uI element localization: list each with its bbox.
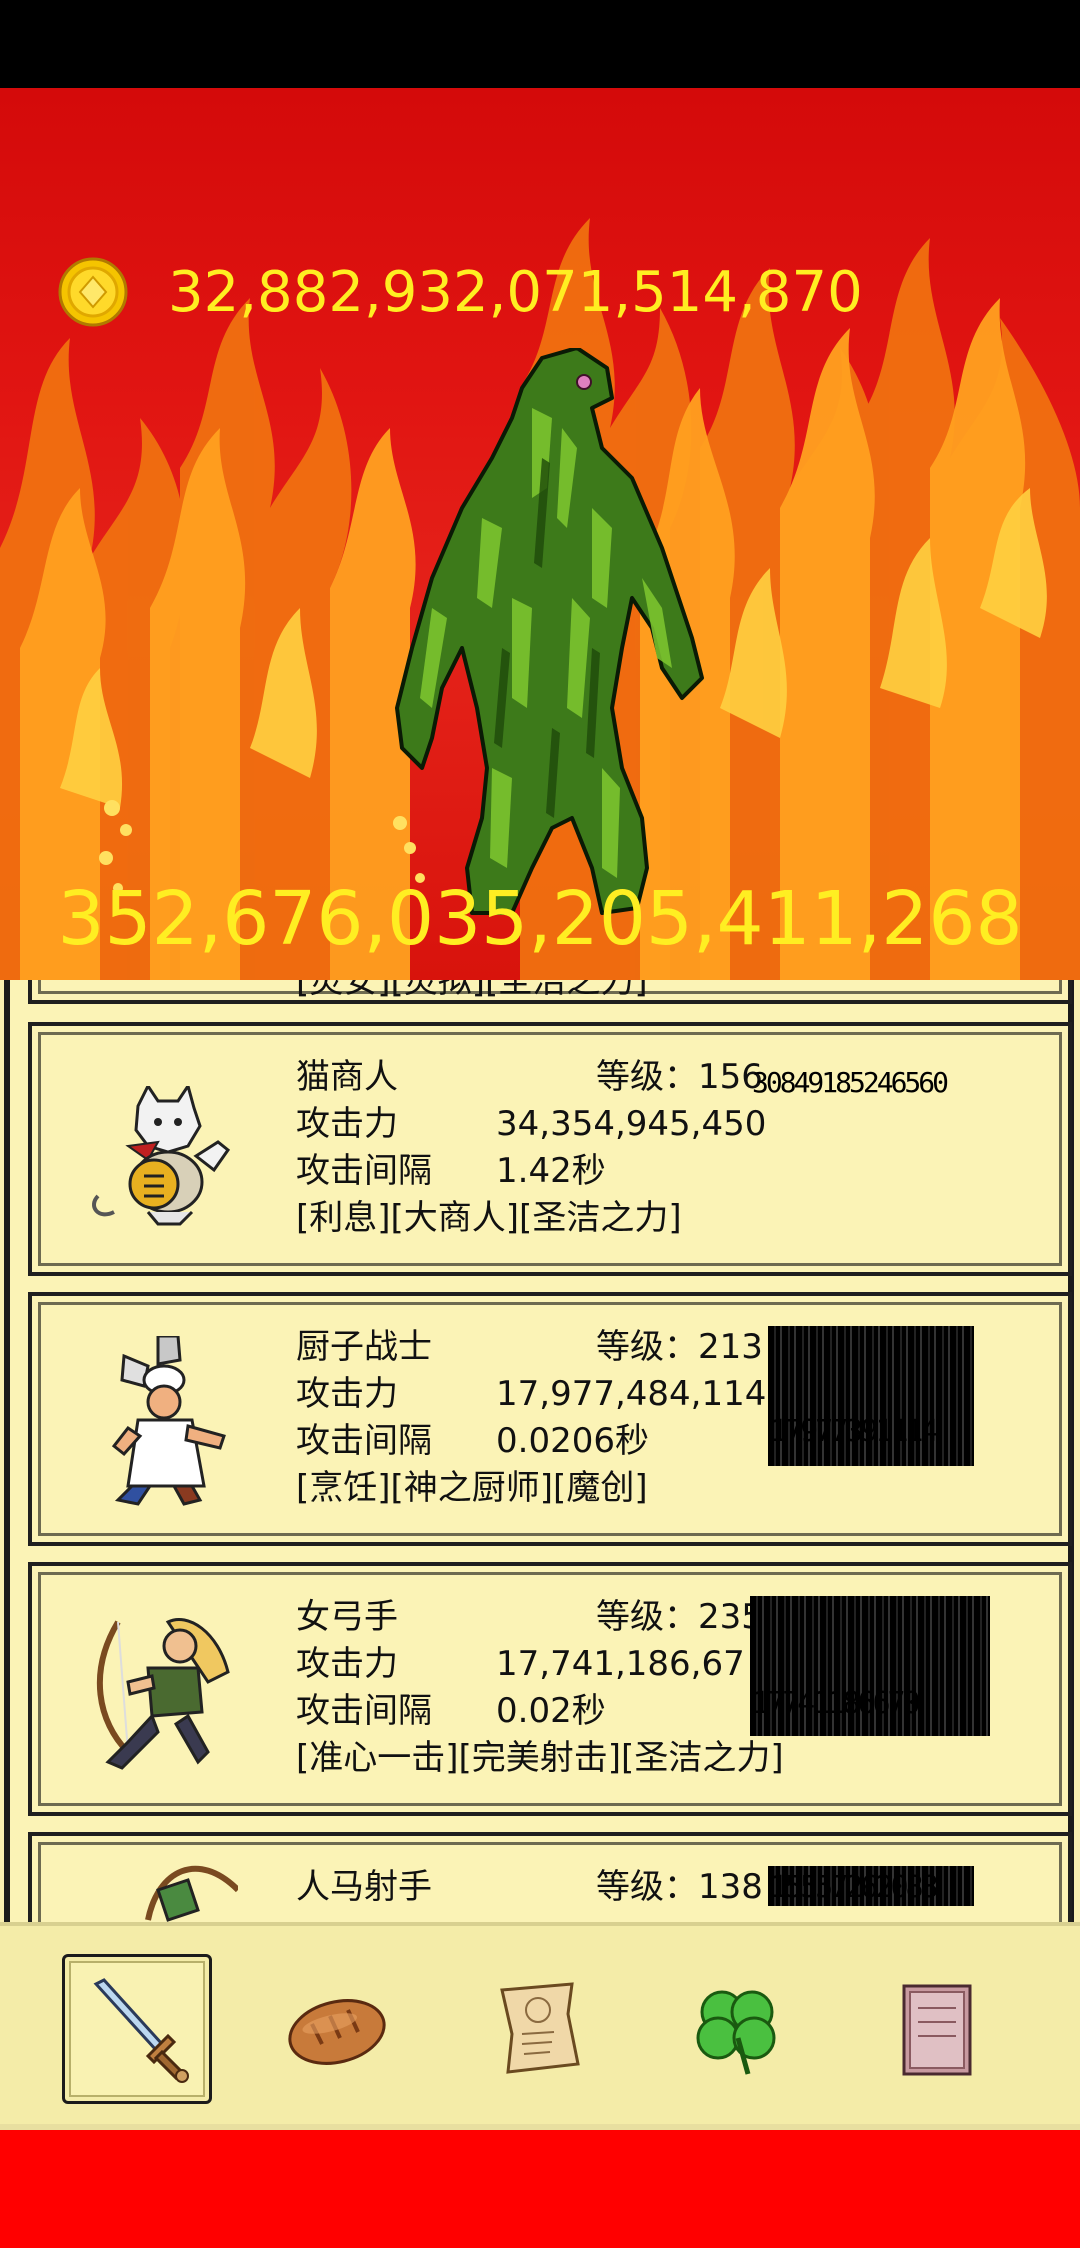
hero-name: 人马射手 <box>296 1867 432 1907</box>
level-overlay-number: 30849185246560 <box>752 1066 949 1099</box>
bread-icon <box>288 1999 386 2065</box>
tab-scroll[interactable] <box>462 1954 612 2104</box>
interval-value: 0.0206秒 <box>496 1421 649 1461</box>
interval-label: 攻击间隔 <box>296 1151 432 1191</box>
interval-value: 0.02秒 <box>496 1691 606 1731</box>
bottom-tab-bar <box>0 1922 1080 2130</box>
centaur-archer-icon <box>145 1865 238 1922</box>
scroll-icon <box>500 1982 580 2074</box>
hero-card-cat-merchant[interactable]: 猫商人 攻击力 34,354,945,450 攻击间隔 1.42秒 [利息][大商人… <box>28 1022 1072 1276</box>
chef-warrior-icon <box>111 1336 226 1506</box>
level-overlay-number: 17741186670 <box>752 1686 921 1721</box>
attack-value: 17,977,484,114 <box>496 1374 767 1414</box>
attack-value: 34,354,945,450 <box>496 1104 767 1144</box>
boss-damage: 352,676,035,205,411,268 <box>57 876 1023 962</box>
hero-level: 等级：138 <box>596 1867 763 1907</box>
hero-card-female-archer[interactable]: 女弓手 攻击力 17,741,186,67 攻击间隔 0.02秒 [准心一击][完美… <box>28 1562 1072 1816</box>
attack-label: 攻击力 <box>296 1104 398 1144</box>
hero-level: 等级：235 <box>596 1597 763 1637</box>
gold-counter: 32,882,932,071,514,870 <box>58 256 863 328</box>
status-bar <box>0 0 1080 88</box>
level-overlay-number: 17977391114 <box>770 1414 939 1449</box>
interval-label: 攻击间隔 <box>296 1691 432 1731</box>
hero-list[interactable]: [灵安][灵拟][圣洁之力] 猫商人 攻击力 34,354,945,450 攻击间… <box>0 980 1080 1922</box>
clover-icon <box>696 1990 776 2075</box>
hero-card[interactable]: [灵安][灵拟][圣洁之力] <box>28 980 1072 1004</box>
attack-label: 攻击力 <box>296 1374 398 1414</box>
cat-merchant-icon <box>92 1086 231 1226</box>
book-icon <box>902 1984 972 2076</box>
hero-stats: 人马射手 <box>296 1864 432 1911</box>
hero-skills: [烹饪][神之厨师][魔创] <box>296 1468 648 1508</box>
hero-card-chef-warrior[interactable]: 厨子战士 攻击力 17,977,484,114 攻击间隔 0.0206秒 [烹饪][… <box>28 1292 1072 1546</box>
hero-card-centaur-archer[interactable]: 人马射手 等级：138 15557262088 <box>28 1832 1072 1922</box>
hero-level: 等级：213 <box>596 1327 763 1367</box>
hero-skills: [准心一击][完美射击][圣洁之力] <box>296 1738 784 1778</box>
interval-value: 1.42秒 <box>496 1151 606 1191</box>
hero-skills: [灵安][灵拟][圣洁之力] <box>296 980 648 1001</box>
level-overlay-number: 15557262088 <box>770 1870 939 1905</box>
gold-amount: 32,882,932,071,514,870 <box>168 259 863 325</box>
tab-clover[interactable] <box>662 1954 812 2104</box>
tab-sword[interactable] <box>62 1954 212 2104</box>
hero-level: 等级：156 <box>596 1057 763 1097</box>
sword-icon <box>93 1978 189 2083</box>
hero-skills: [利息][大商人][圣洁之力] <box>296 1198 682 1238</box>
green-swamp-monster[interactable] <box>362 348 712 934</box>
tab-book[interactable] <box>862 1954 1012 2104</box>
attack-label: 攻击力 <box>296 1644 398 1684</box>
gold-coin-icon <box>58 257 128 327</box>
interval-label: 攻击间隔 <box>296 1421 432 1461</box>
attack-value: 17,741,186,67 <box>496 1644 745 1684</box>
bottom-red-bar <box>0 2130 1080 2248</box>
battle-scene[interactable]: 32,882,932,071,514,870 352,676,035,205,4… <box>0 88 1080 980</box>
hero-list-frame: [灵安][灵拟][圣洁之力] 猫商人 攻击力 34,354,945,450 攻击间… <box>4 980 1074 1922</box>
tab-bread[interactable] <box>262 1954 412 2104</box>
female-archer-icon <box>96 1618 230 1770</box>
